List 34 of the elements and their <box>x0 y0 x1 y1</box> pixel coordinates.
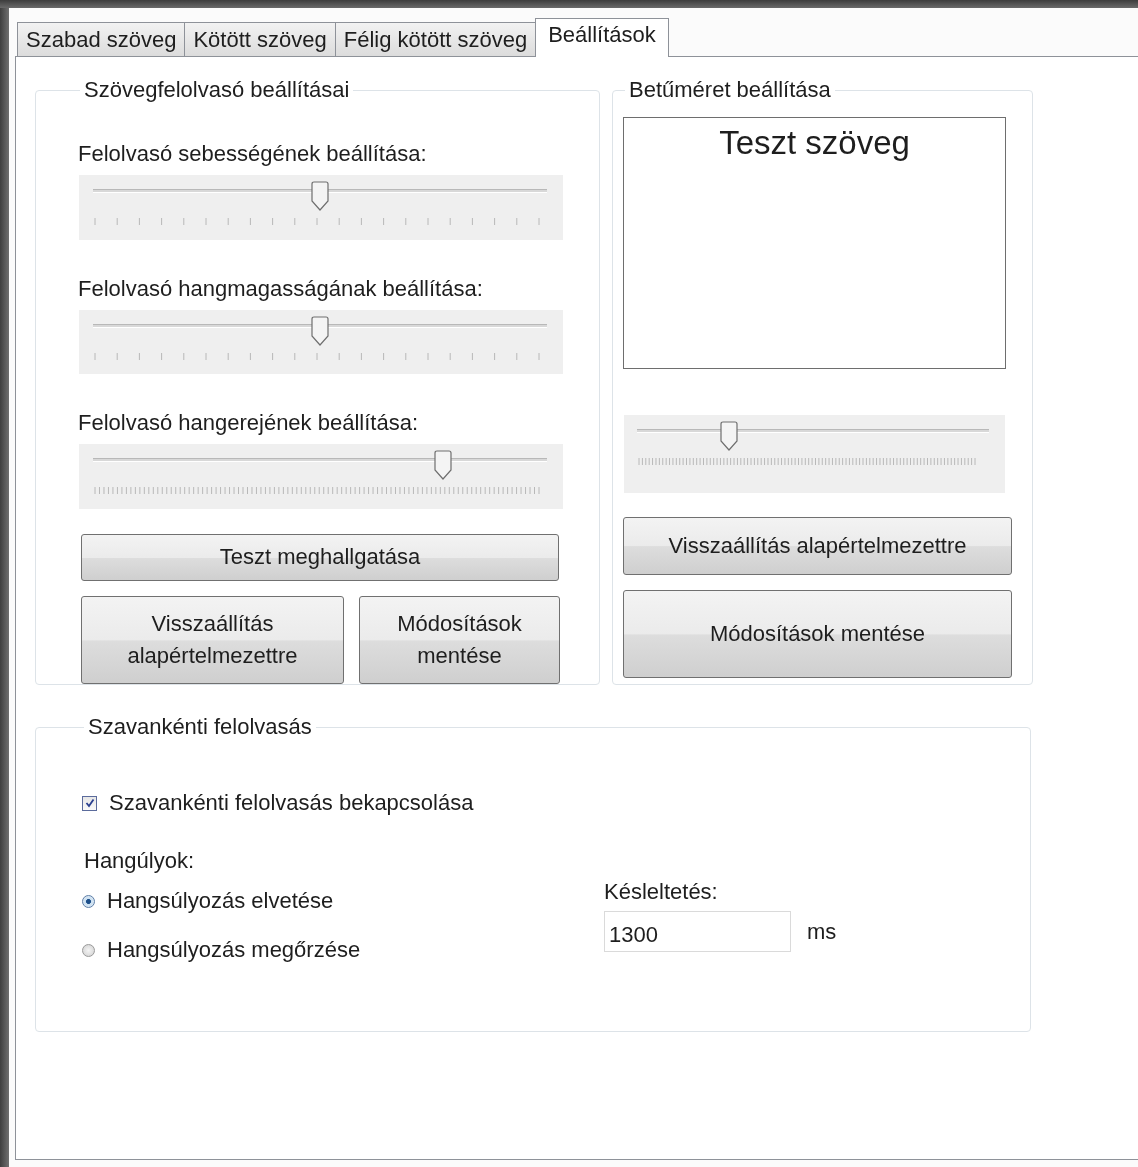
unit-label: ms <box>807 918 837 945</box>
reset-button[interactable]: Visszaállítás alapértelmezettre <box>623 517 1012 575</box>
test-button[interactable]: Teszt meghallgatása <box>81 533 559 581</box>
tab[interactable]: Beállítások <box>535 18 669 57</box>
group-title: Betűméret beállítása <box>628 77 832 103</box>
delay-label: Késleltetés: <box>604 879 719 905</box>
checkbox[interactable] <box>82 795 97 811</box>
slider-thumb[interactable] <box>719 421 738 451</box>
group-title: Szavankénti felolvasás <box>87 714 313 740</box>
reset-button[interactable]: Visszaállítás alapértelmezettre <box>81 596 344 684</box>
slider-thumb[interactable] <box>311 315 329 346</box>
radio-label: Hangsúlyozás elvetése <box>107 888 334 914</box>
slider-label: Felolvasó sebességének beállítása: <box>78 143 428 165</box>
radio-label: Hangsúlyozás megőrzése <box>107 937 361 963</box>
group-title: Szövegfelolvasó beállításai <box>83 77 351 103</box>
slider[interactable] <box>93 450 547 481</box>
tab[interactable]: Kötött szöveg <box>184 22 336 56</box>
save-button[interactable]: Módosítások mentése <box>623 590 1012 678</box>
radio-button[interactable] <box>82 894 95 908</box>
slider-label: Felolvasó hangerejének beállítása: <box>78 412 419 435</box>
slider-label: Felolvasó hangmagasságának beállítása: <box>78 277 484 300</box>
radio-button[interactable] <box>82 943 95 957</box>
slider-thumb[interactable] <box>433 450 452 481</box>
save-button[interactable]: Módosítások mentése <box>359 596 560 684</box>
tab[interactable]: Szabad szöveg <box>17 22 186 56</box>
slider-thumb[interactable] <box>311 181 329 211</box>
radio-group-label: Hangúlyok: <box>84 848 196 874</box>
checkbox-label: Szavankénti felolvasás bekapcsolása <box>109 790 474 816</box>
delay-field[interactable]: 1300 <box>604 911 791 952</box>
preview-text: Teszt szöveg <box>719 124 910 163</box>
slider[interactable] <box>93 315 547 346</box>
slider[interactable] <box>637 421 989 451</box>
slider[interactable] <box>93 181 547 211</box>
tab[interactable]: Félig kötött szöveg <box>334 22 537 56</box>
